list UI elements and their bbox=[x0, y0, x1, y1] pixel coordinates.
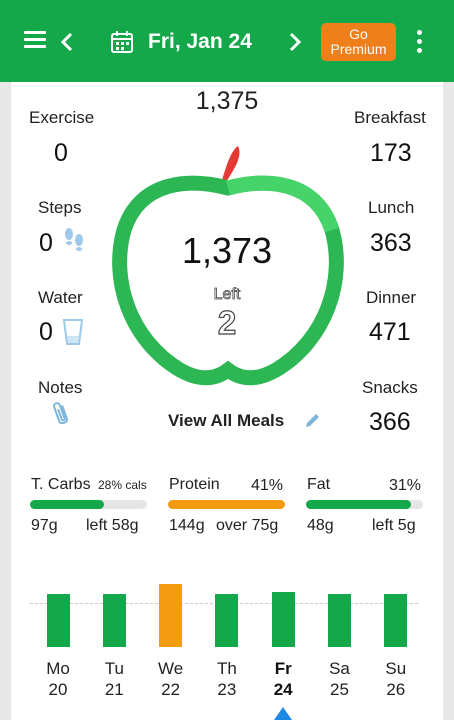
fat-progress-fill bbox=[306, 500, 412, 509]
apple-leaf-icon bbox=[222, 146, 240, 182]
fat-amount: 48g bbox=[307, 517, 334, 534]
day-date-sa[interactable]: 25 bbox=[320, 680, 360, 700]
day-name-su[interactable]: Su bbox=[376, 659, 416, 679]
snacks-label[interactable]: Snacks bbox=[362, 378, 418, 398]
protein-amount: 144g bbox=[169, 517, 205, 534]
day-name-th[interactable]: Th bbox=[207, 659, 247, 679]
day-date-we[interactable]: 22 bbox=[151, 680, 191, 700]
carbs-progress-fill bbox=[30, 500, 104, 509]
carbs-title: T. Carbs bbox=[31, 476, 91, 493]
carbs-progress-bar bbox=[30, 500, 147, 509]
day-name-mo[interactable]: Mo bbox=[38, 659, 78, 679]
paperclip-icon[interactable] bbox=[52, 400, 72, 428]
steps-value[interactable]: 0 bbox=[39, 229, 53, 258]
calendar-icon[interactable] bbox=[110, 30, 134, 54]
day-bar-mo[interactable] bbox=[46, 594, 70, 647]
lunch-value[interactable]: 363 bbox=[370, 229, 412, 258]
footsteps-icon bbox=[65, 228, 83, 251]
go-premium-button[interactable]: Go Premium bbox=[321, 23, 396, 61]
steps-label[interactable]: Steps bbox=[38, 198, 81, 218]
current-date[interactable]: Fri, Jan 24 bbox=[148, 30, 252, 54]
exercise-label[interactable]: Exercise bbox=[29, 108, 94, 128]
selected-day-indicator bbox=[274, 707, 292, 720]
day-bar-fr[interactable] bbox=[271, 592, 295, 647]
day-name-sa[interactable]: Sa bbox=[320, 659, 360, 679]
day-name-we[interactable]: We bbox=[151, 659, 191, 679]
day-date-fr[interactable]: 24 bbox=[263, 680, 303, 700]
carbs-percent: 28% cals bbox=[98, 478, 147, 492]
fat-percent: 31% bbox=[389, 477, 422, 494]
premium-line1: Go bbox=[349, 26, 368, 42]
day-date-su[interactable]: 26 bbox=[376, 680, 416, 700]
protein-progress-fill bbox=[168, 500, 285, 509]
protein-title: Protein bbox=[169, 476, 220, 493]
top-app-bar: Fri, Jan 24 Go Premium bbox=[0, 0, 454, 82]
protein-progress-bar bbox=[168, 500, 285, 509]
day-date-tu[interactable]: 21 bbox=[94, 680, 134, 700]
chevron-left-icon[interactable] bbox=[60, 32, 74, 52]
fat-title: Fat bbox=[307, 476, 331, 493]
lunch-label[interactable]: Lunch bbox=[368, 198, 414, 218]
apple-ring bbox=[112, 175, 344, 386]
day-bar-sa[interactable] bbox=[328, 594, 351, 647]
notes-label[interactable]: Notes bbox=[38, 378, 82, 398]
protein-percent: 41% bbox=[251, 477, 284, 494]
day-name-fr[interactable]: Fr bbox=[263, 659, 303, 679]
view-all-meals-link[interactable]: View All Meals bbox=[168, 411, 284, 431]
exercise-value[interactable]: 0 bbox=[54, 139, 68, 168]
edit-pencil-icon[interactable] bbox=[304, 411, 322, 429]
fat-status: left 5g bbox=[372, 517, 416, 534]
dinner-label[interactable]: Dinner bbox=[366, 288, 416, 308]
more-options-icon[interactable] bbox=[414, 30, 424, 54]
menu-icon[interactable] bbox=[24, 31, 46, 49]
protein-status: over 75g bbox=[216, 517, 279, 534]
day-date-th[interactable]: 23 bbox=[207, 680, 247, 700]
snacks-value[interactable]: 366 bbox=[369, 408, 411, 437]
breakfast-label[interactable]: Breakfast bbox=[354, 108, 426, 128]
day-bar-tu[interactable] bbox=[102, 594, 126, 647]
carbs-amount: 97g bbox=[31, 517, 58, 534]
water-label[interactable]: Water bbox=[38, 288, 83, 308]
water-glass-icon bbox=[62, 319, 84, 345]
water-value[interactable]: 0 bbox=[39, 318, 53, 347]
carbs-status: left 58g bbox=[86, 517, 139, 534]
day-name-tu[interactable]: Tu bbox=[94, 659, 134, 679]
premium-line2: Premium bbox=[330, 41, 387, 57]
day-bar-su[interactable] bbox=[384, 594, 408, 647]
fat-progress-bar bbox=[306, 500, 423, 509]
dinner-value[interactable]: 471 bbox=[369, 318, 411, 347]
breakfast-value[interactable]: 173 bbox=[370, 139, 412, 168]
day-bar-th[interactable] bbox=[215, 594, 239, 647]
day-bar-we[interactable] bbox=[159, 584, 183, 647]
chevron-right-icon[interactable] bbox=[288, 32, 302, 52]
day-date-mo[interactable]: 20 bbox=[38, 680, 78, 700]
apple-ring-highlight bbox=[226, 175, 340, 233]
